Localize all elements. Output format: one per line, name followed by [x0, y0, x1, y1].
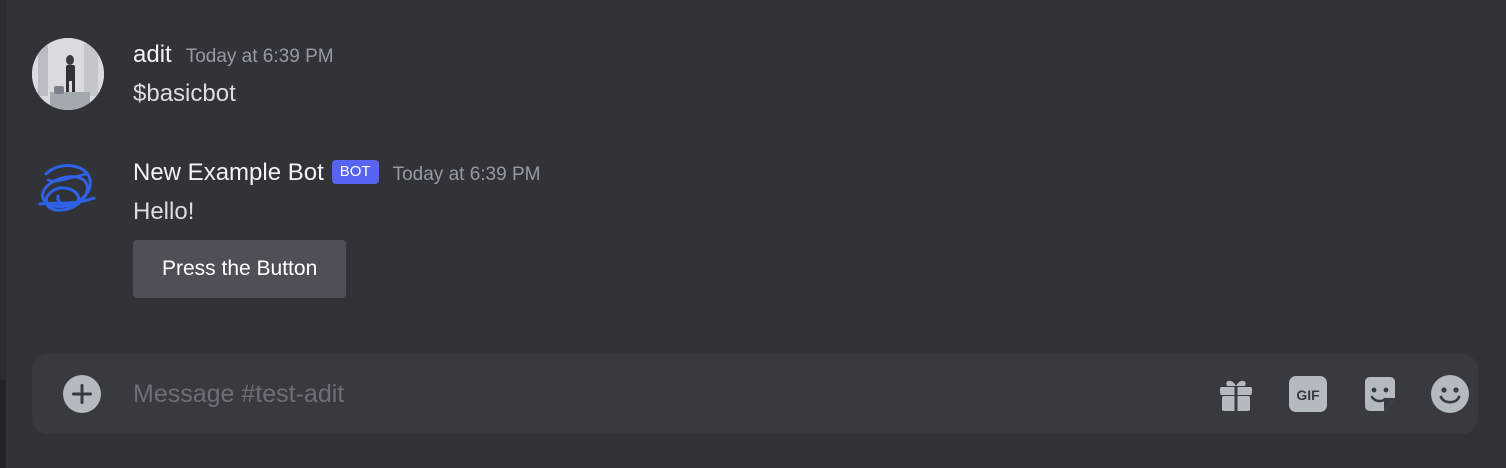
gift-icon[interactable] — [1216, 374, 1256, 414]
message-composer: Message #test-adit GIF — [32, 354, 1478, 434]
message-header: New Example Bot BOT Today at 6:39 PM — [133, 156, 1486, 190]
bot-badge: BOT — [331, 160, 379, 184]
add-icon[interactable] — [62, 374, 102, 414]
left-panel-edge-lower — [0, 380, 6, 468]
username[interactable]: adit — [133, 38, 172, 72]
sticker-icon[interactable] — [1360, 374, 1400, 414]
username[interactable]: New Example Bot — [133, 156, 324, 190]
gif-icon[interactable]: GIF — [1288, 374, 1328, 414]
message-header: adit Today at 6:39 PM — [133, 38, 1486, 72]
press-the-button[interactable]: Press the Button — [133, 240, 347, 298]
avatar[interactable] — [32, 38, 104, 110]
avatar-photo-image — [32, 38, 104, 110]
emoji-icon[interactable] — [1430, 374, 1470, 414]
message-content: $basicbot — [133, 80, 236, 107]
message-content: Hello! — [133, 198, 195, 225]
timestamp[interactable]: Today at 6:39 PM — [186, 40, 334, 74]
message-input[interactable]: Message #test-adit — [133, 354, 1133, 434]
bot-avatar-scribble — [38, 164, 96, 212]
message-body: adit Today at 6:39 PM $basicbot — [133, 38, 1486, 114]
gif-label: GIF — [1296, 387, 1320, 403]
avatar[interactable] — [32, 156, 104, 228]
message-body: New Example Bot BOT Today at 6:39 PM Hel… — [133, 156, 1486, 298]
timestamp[interactable]: Today at 6:39 PM — [393, 158, 541, 192]
